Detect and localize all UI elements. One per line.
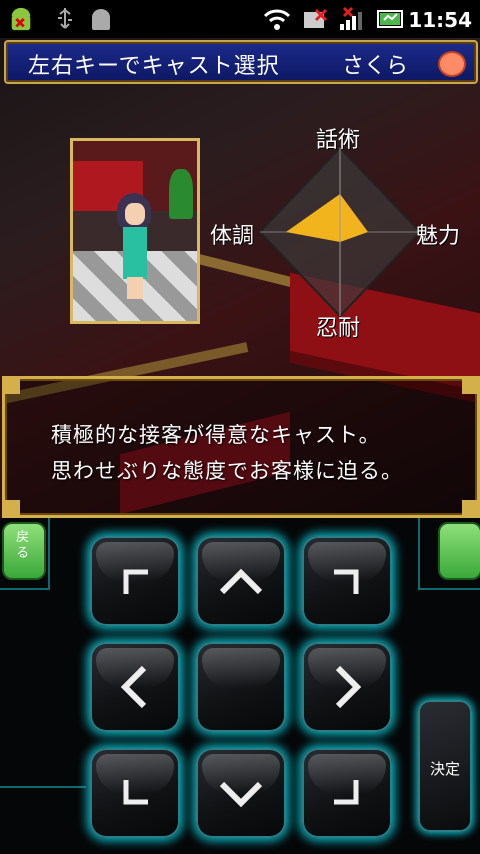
- android-icon: [11, 7, 31, 31]
- smiley-face-icon: [438, 51, 466, 77]
- dpad-right[interactable]: [302, 642, 392, 732]
- stat-label-top: 話術: [316, 128, 361, 153]
- back-button[interactable]: 戻る: [2, 522, 46, 580]
- android-debug-icon: [92, 9, 110, 30]
- chevron-down-icon: [219, 781, 263, 808]
- chevron-right-icon: [335, 665, 362, 709]
- dpad-down[interactable]: [196, 748, 286, 838]
- stat-label-right: 魅力: [416, 224, 461, 249]
- description-line-1: 積極的な接客が得意なキャスト。: [51, 423, 381, 447]
- chevron-left-icon: [120, 665, 147, 709]
- dpad-up-left[interactable]: [90, 536, 180, 626]
- wifi-icon: [263, 9, 291, 30]
- corner-down-right-icon: [334, 780, 359, 805]
- stat-label-bottom: 忍耐: [316, 316, 361, 341]
- signal-off-icon: [304, 8, 328, 28]
- decide-button[interactable]: 決定: [418, 700, 472, 832]
- dpad-down-left[interactable]: [90, 748, 180, 838]
- status-bar: 11:54: [0, 0, 480, 38]
- description-line-2: 思わせぶりな態度でお客様に迫る。: [51, 459, 403, 483]
- signal-icon: [340, 6, 362, 30]
- cast-description-box: 積極的な接客が得意なキャスト。 思わせぶりな態度でお客様に迫る。: [2, 376, 480, 518]
- dpad-up-right[interactable]: [302, 536, 392, 626]
- dpad-up[interactable]: [196, 536, 286, 626]
- usb-icon: [58, 8, 72, 29]
- cast-name: さくら: [342, 54, 409, 79]
- decide-label: 決定: [429, 760, 460, 778]
- clock: 11:54: [408, 8, 472, 32]
- dpad-down-right[interactable]: [302, 748, 392, 838]
- stat-label-left: 体調: [210, 224, 255, 249]
- dpad-center[interactable]: [196, 642, 286, 732]
- menu-button[interactable]: [438, 522, 480, 580]
- battery-icon: [377, 10, 403, 28]
- chevron-up-icon: [219, 568, 263, 595]
- cast-portrait: [70, 138, 200, 324]
- corner-up-right-icon: [334, 569, 359, 594]
- corner-up-left-icon: [123, 569, 148, 594]
- corner-down-left-icon: [123, 780, 148, 805]
- instruction-text: 左右キーでキャスト選択: [28, 54, 280, 79]
- cast-select-header: 左右キーでキャスト選択 さくら: [4, 40, 478, 84]
- dpad-left[interactable]: [90, 642, 180, 732]
